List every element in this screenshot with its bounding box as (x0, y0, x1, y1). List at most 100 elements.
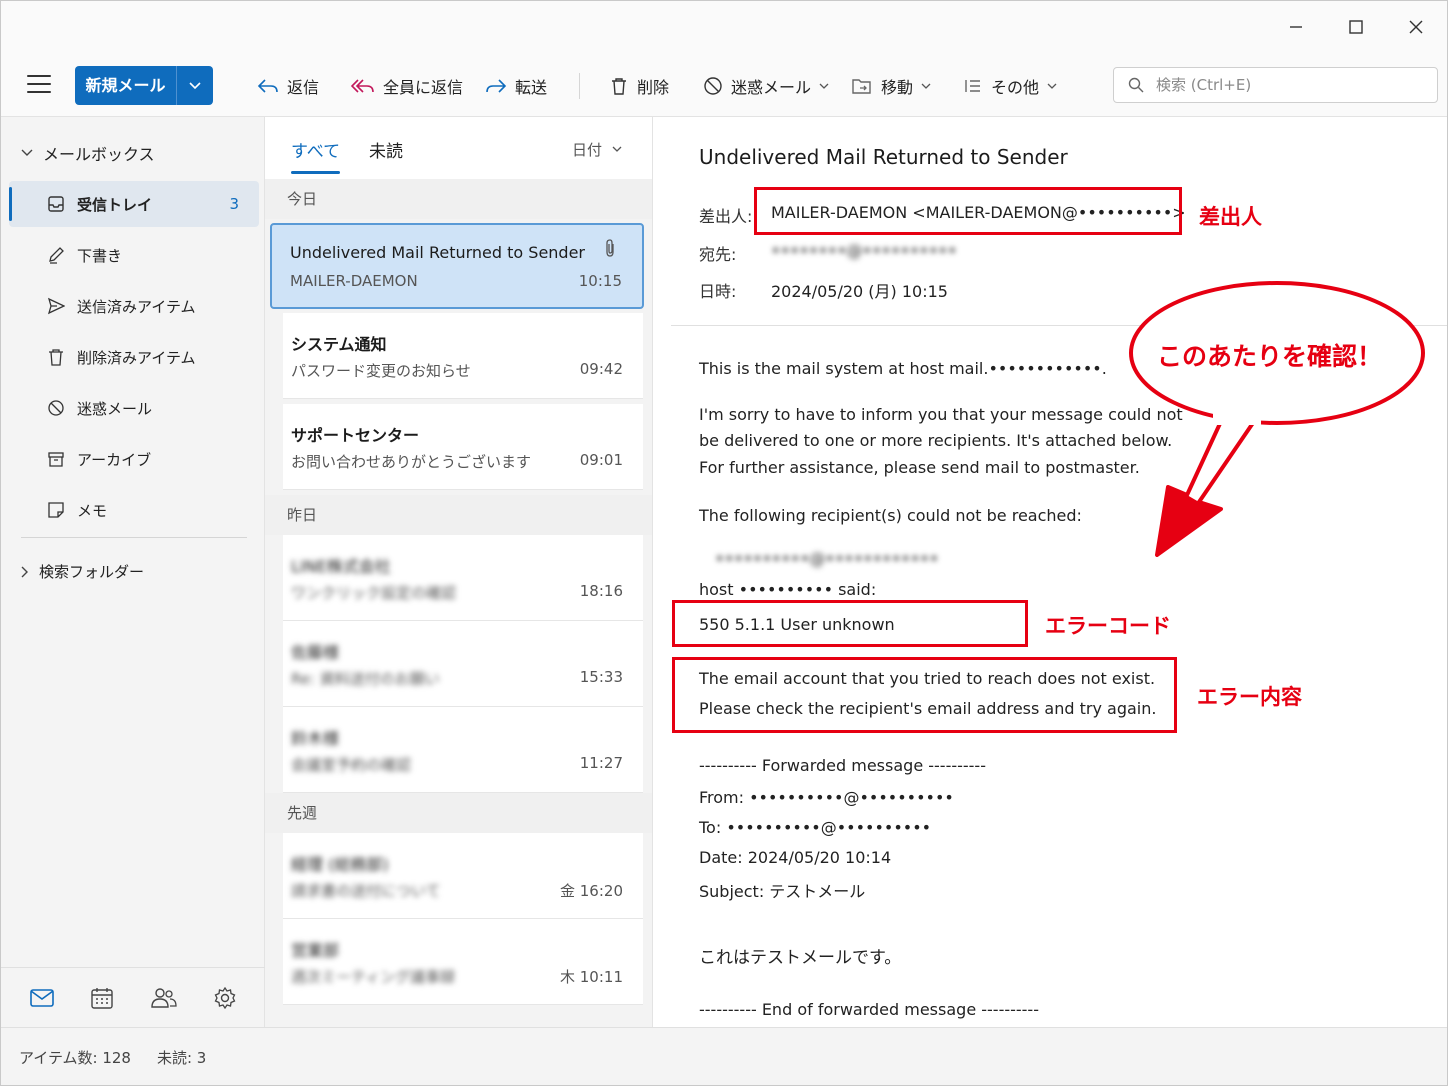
list-item-selected[interactable]: Undelivered Mail Returned to Sender MAIL… (270, 223, 644, 309)
message-sender: MAILER-DAEMON (290, 272, 418, 290)
sidebar-item-junk[interactable]: 迷惑メール (9, 385, 259, 431)
date-value: 2024/05/20 (月) 10:15 (771, 282, 948, 301)
email-subject: Undelivered Mail Returned to Sender (699, 145, 1068, 169)
toolbar-separator (579, 73, 580, 99)
sidebar-item-inbox[interactable]: 受信トレイ 3 (9, 181, 259, 227)
body-line: This is the mail system at host mail.•••… (699, 359, 1107, 378)
delete-button[interactable]: 削除 (609, 73, 669, 99)
message-sender: Re: 資料送付のお願い (291, 670, 440, 688)
mail-app-window: 新規メール 返信 全員に返信 転送 削除 迷惑メール 移動 その他 検索 (Ct… (0, 0, 1448, 1086)
body-line: For further assistance, please send mail… (699, 458, 1140, 477)
reply-button[interactable]: 返信 (257, 73, 319, 99)
sidebar-item-label: 送信済みアイテム (77, 297, 196, 316)
tab-unread[interactable]: 未読 (369, 137, 403, 162)
reply-icon (257, 79, 278, 93)
sort-label: 日付 (571, 141, 602, 159)
forward-button[interactable]: 転送 (485, 73, 547, 99)
menu-icon[interactable] (27, 75, 51, 95)
search-box[interactable] (1113, 67, 1438, 103)
maximize-icon (1349, 20, 1363, 34)
gear-icon[interactable] (214, 986, 236, 1009)
message-subject: 経理 (総務部) (291, 855, 389, 874)
annotation-error-content: エラー内容 (1197, 685, 1302, 709)
list-item[interactable]: サポートセンター お問い合わせありがとうございます 09:01 (283, 404, 643, 490)
more-button[interactable]: その他 (963, 73, 1057, 99)
new-mail-dropdown[interactable] (177, 81, 213, 90)
sidebar-item-label: 迷惑メール (77, 399, 153, 418)
reading-pane: Undelivered Mail Returned to Sender 差出人:… (653, 117, 1447, 1027)
list-icon (965, 80, 980, 92)
reply-all-button[interactable]: 全員に返信 (351, 73, 463, 99)
draft-icon (49, 247, 64, 264)
forward-to: To: ••••••••••@•••••••••• (699, 818, 932, 837)
list-item[interactable]: 佐藤様 Re: 資料送付のお願い 15:33 (283, 621, 643, 707)
message-time: 木 10:11 (560, 968, 623, 986)
group-header-yesterday: 昨日 (265, 495, 652, 535)
list-item[interactable]: システム通知 パスワード変更のお知らせ 09:42 (283, 313, 643, 399)
mail-icon[interactable] (29, 988, 54, 1008)
chevron-down-icon (921, 83, 931, 89)
message-time: 金 16:20 (560, 882, 623, 900)
close-button[interactable] (1401, 13, 1431, 41)
chevron-down-icon (1047, 83, 1057, 89)
body-line: I'm sorry to have to inform you that you… (699, 405, 1183, 424)
maximize-button[interactable] (1341, 13, 1371, 41)
body-line: The following recipient(s) could not be … (699, 506, 1082, 525)
chevron-down-icon (819, 83, 829, 89)
list-item[interactable]: 鈴木様 会議室予約の確認 11:27 (283, 707, 643, 793)
sidebar-item-deleted[interactable]: 削除済みアイテム (9, 334, 259, 380)
sidebar-item-sent[interactable]: 送信済みアイテム (9, 283, 259, 329)
mailbox-label: メールボックス (43, 145, 155, 164)
message-time: 11:27 (579, 754, 623, 772)
chevron-down-icon (189, 81, 201, 89)
forward-end: ---------- End of forwarded message ----… (699, 1000, 1039, 1019)
close-icon (1409, 20, 1423, 34)
message-sender: お問い合わせありがとうございます (291, 453, 532, 471)
sidebar-item-drafts[interactable]: 下書き (9, 232, 259, 278)
body-line: be delivered to one or more recipients. … (699, 431, 1173, 450)
sidebar-item-label: 下書き (77, 246, 123, 265)
sidebar-item-notes[interactable]: メモ (9, 487, 259, 533)
search-icon (1128, 77, 1144, 93)
move-button[interactable]: 移動 (851, 73, 931, 99)
callout-bubble (1129, 281, 1425, 557)
to-value[interactable]: ••••••••@•••••••••• (771, 241, 957, 260)
error-content-highlight-box (672, 657, 1177, 733)
sidebar-item-label: 削除済みアイテム (77, 348, 196, 367)
list-item[interactable]: 経理 (総務部) 請求書の送付について 金 16:20 (283, 833, 643, 919)
message-time: 10:15 (578, 272, 622, 290)
message-sender: 週次ミーティング議事録 (291, 968, 456, 986)
message-time: 15:33 (579, 668, 623, 686)
error-code-highlight-box (672, 600, 1028, 647)
junk-button[interactable]: 迷惑メール (703, 73, 829, 99)
reply-label: 返信 (287, 78, 320, 97)
tab-all[interactable]: すべて (291, 137, 341, 174)
search-folder-item[interactable]: 検索フォルダー (21, 561, 144, 582)
move-label: 移動 (881, 78, 914, 97)
search-input[interactable] (1156, 76, 1416, 94)
sidebar-item-archive[interactable]: アーカイブ (9, 436, 259, 482)
delete-label: 削除 (637, 78, 670, 97)
forward-label: 転送 (515, 78, 548, 97)
list-item[interactable]: LINE株式会社 ワンクリック設定の確認 18:16 (283, 535, 643, 621)
message-subject: 鈴木様 (291, 729, 340, 748)
list-item[interactable]: 営業部 週次ミーティング議事録 木 10:11 (283, 919, 643, 1005)
more-label: その他 (991, 78, 1040, 97)
calendar-icon[interactable] (91, 987, 113, 1009)
people-icon[interactable] (151, 987, 177, 1009)
sender-highlight-box (754, 187, 1182, 235)
junk-label: 迷惑メール (731, 78, 812, 97)
group-header-today: 今日 (265, 179, 652, 219)
minimize-icon (1290, 26, 1302, 28)
minimize-button[interactable] (1281, 13, 1311, 41)
reply-all-icon (351, 79, 374, 93)
message-subject: システム通知 (291, 335, 387, 354)
trash-icon (612, 78, 626, 95)
message-subject: LINE株式会社 (291, 557, 391, 576)
sidebar-item-label: アーカイブ (77, 450, 152, 469)
forward-from: From: ••••••••••@•••••••••• (699, 788, 954, 807)
new-mail-button[interactable]: 新規メール (75, 66, 213, 105)
sort-dropdown[interactable]: 日付 (572, 139, 622, 160)
body-line: host •••••••••• said: (699, 580, 877, 599)
mailbox-header[interactable]: メールボックス (21, 141, 155, 165)
